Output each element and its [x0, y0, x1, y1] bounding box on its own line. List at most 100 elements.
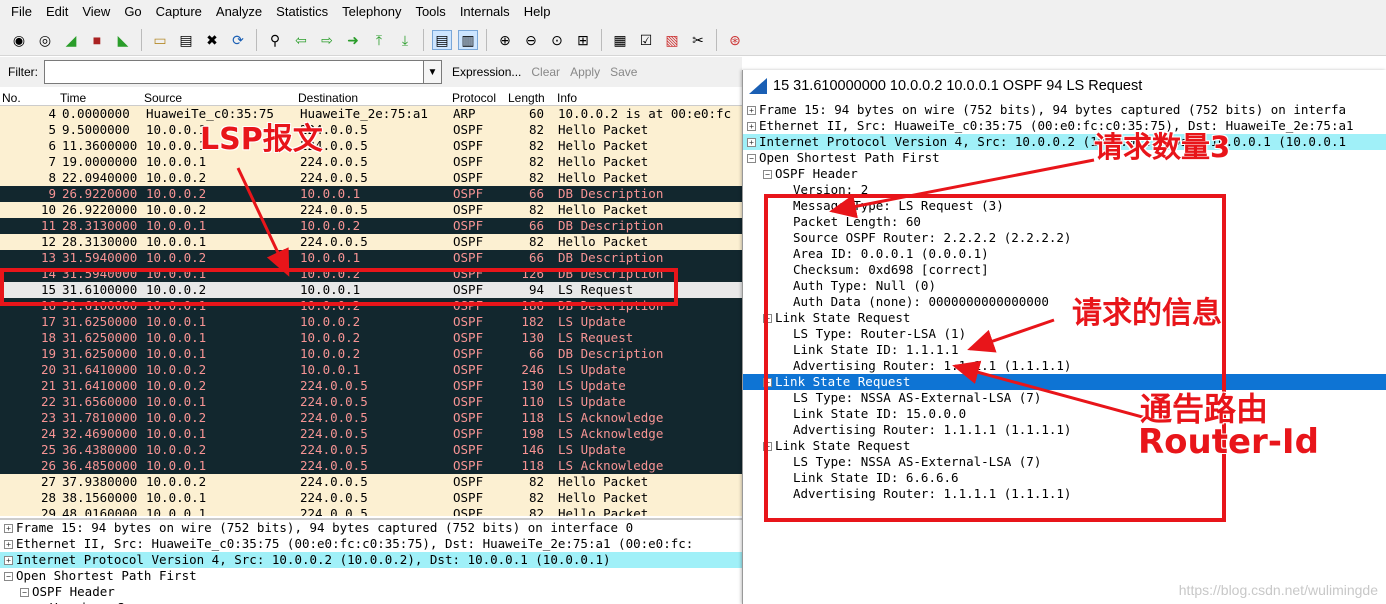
- last-packet-icon[interactable]: ⤓: [395, 30, 415, 50]
- detail-tree-line[interactable]: LS Type: Router-LSA (1): [743, 326, 1386, 342]
- detail-tree-line[interactable]: + Internet Protocol Version 4, Src: 10.0.…: [743, 134, 1386, 150]
- go-forward-icon[interactable]: ⇨: [317, 30, 337, 50]
- detail-tree-line[interactable]: Advertising Router: 1.1.1.1 (1.1.1.1): [743, 486, 1386, 502]
- detail-tree-line[interactable]: + Frame 15: 94 bytes on wire (752 bits), …: [743, 102, 1386, 118]
- column-header-source[interactable]: Source: [144, 90, 182, 106]
- menu-internals[interactable]: Internals: [453, 0, 517, 24]
- expand-icon[interactable]: +: [747, 106, 756, 115]
- menu-edit[interactable]: Edit: [39, 0, 75, 24]
- menu-file[interactable]: File: [4, 0, 39, 24]
- expression-button[interactable]: Expression...: [452, 65, 521, 79]
- reload-icon[interactable]: ⟳: [228, 30, 248, 50]
- packet-row[interactable]: 10 26.9220000 10.0.0.2 224.0.0.5 OSPF 82 Hello…: [0, 202, 742, 218]
- zoom-out-icon[interactable]: ⊖: [521, 30, 541, 50]
- zoom-reset-icon[interactable]: ⊙: [547, 30, 567, 50]
- menu-help[interactable]: Help: [517, 0, 558, 24]
- packet-row[interactable]: 19 31.6250000 10.0.0.1 10.0.0.2 OSPF 66 DB Des…: [0, 346, 742, 362]
- packet-row[interactable]: 26 36.4850000 10.0.0.1 224.0.0.5 OSPF 118 LS A…: [0, 458, 742, 474]
- detail-tree-line[interactable]: + Frame 15: 94 bytes on wire (752 bits), …: [0, 520, 742, 536]
- expand-icon[interactable]: +: [4, 524, 13, 533]
- collapse-icon[interactable]: −: [20, 588, 29, 597]
- packet-row[interactable]: 13 31.5940000 10.0.0.2 10.0.0.1 OSPF 66 DB Des…: [0, 250, 742, 266]
- zoom-in-icon[interactable]: ⊕: [495, 30, 515, 50]
- interfaces-icon[interactable]: ◉: [9, 30, 29, 50]
- detail-tree-line[interactable]: Link State ID: 6.6.6.6: [743, 470, 1386, 486]
- capture-filters-icon[interactable]: ▦: [610, 30, 630, 50]
- find-packet-icon[interactable]: ⚲: [265, 30, 285, 50]
- first-packet-icon[interactable]: ⤒: [369, 30, 389, 50]
- menu-tools[interactable]: Tools: [408, 0, 452, 24]
- collapse-icon[interactable]: −: [4, 572, 13, 581]
- packet-row[interactable]: 4 0.0000000 HuaweiTe_c0:35:75 HuaweiTe_2e:7…: [0, 106, 742, 122]
- detail-tree-line[interactable]: − Link State Request: [743, 374, 1386, 390]
- packet-row[interactable]: 25 36.4380000 10.0.0.2 224.0.0.5 OSPF 146 LS U…: [0, 442, 742, 458]
- detail-tree-line[interactable]: Version: 2: [0, 600, 742, 604]
- detail-tree-line[interactable]: − OSPF Header: [743, 166, 1386, 182]
- detail-tree-line[interactable]: Area ID: 0.0.0.1 (0.0.0.1): [743, 246, 1386, 262]
- detail-tree-line[interactable]: − OSPF Header: [0, 584, 742, 600]
- collapse-icon[interactable]: −: [763, 442, 772, 451]
- packet-row[interactable]: 17 31.6250000 10.0.0.1 10.0.0.2 OSPF 182 LS Up…: [0, 314, 742, 330]
- save-file-icon[interactable]: ▤: [176, 30, 196, 50]
- display-filters-icon[interactable]: ☑: [636, 30, 656, 50]
- packet-row[interactable]: 21 31.6410000 10.0.0.2 224.0.0.5 OSPF 130 LS U…: [0, 378, 742, 394]
- detail-tree-line[interactable]: Source OSPF Router: 2.2.2.2 (2.2.2.2): [743, 230, 1386, 246]
- capture-options-icon[interactable]: ◎: [35, 30, 55, 50]
- start-capture-icon[interactable]: ◢: [61, 30, 81, 50]
- collapse-icon[interactable]: −: [747, 154, 756, 163]
- detail-tree-line[interactable]: − Open Shortest Path First: [743, 150, 1386, 166]
- packet-row[interactable]: 24 32.4690000 10.0.0.1 224.0.0.5 OSPF 198 LS A…: [0, 426, 742, 442]
- detail-tree-line[interactable]: LS Type: NSSA AS-External-LSA (7): [743, 390, 1386, 406]
- filter-dropdown-button[interactable]: ▼: [424, 60, 442, 84]
- packet-row[interactable]: 28 38.1560000 10.0.0.1 224.0.0.5 OSPF 82 Hello…: [0, 490, 742, 506]
- column-header-protocol[interactable]: Protocol: [452, 90, 496, 106]
- detail-tree-line[interactable]: − Link State Request: [743, 310, 1386, 326]
- clear-button[interactable]: Clear: [531, 65, 560, 79]
- menu-go[interactable]: Go: [117, 0, 148, 24]
- menu-telephony[interactable]: Telephony: [335, 0, 408, 24]
- save-button[interactable]: Save: [610, 65, 637, 79]
- detail-tree-line[interactable]: Link State ID: 15.0.0.0: [743, 406, 1386, 422]
- preferences-icon[interactable]: ✂: [688, 30, 708, 50]
- detail-tree-line[interactable]: Auth Type: Null (0): [743, 278, 1386, 294]
- expand-icon[interactable]: +: [4, 540, 13, 549]
- stop-capture-icon[interactable]: ■: [87, 30, 107, 50]
- detail-tree-line[interactable]: + Internet Protocol Version 4, Src: 10.0.…: [0, 552, 742, 568]
- close-file-icon[interactable]: ✖: [202, 30, 222, 50]
- apply-button[interactable]: Apply: [570, 65, 600, 79]
- open-file-icon[interactable]: ▭: [150, 30, 170, 50]
- column-header-destination[interactable]: Destination: [298, 90, 358, 106]
- detail-tree-line[interactable]: + Ethernet II, Src: HuaweiTe_c0:35:75 (00…: [743, 118, 1386, 134]
- collapse-icon[interactable]: −: [763, 170, 772, 179]
- column-header-no[interactable]: No.: [2, 90, 21, 106]
- detail-tree-line[interactable]: Auth Data (none): 0000000000000000: [743, 294, 1386, 310]
- filter-input[interactable]: [44, 60, 424, 84]
- column-header-info[interactable]: Info: [557, 90, 577, 106]
- packet-row[interactable]: 9 26.9220000 10.0.0.2 10.0.0.1 OSPF 66 DB Desc…: [0, 186, 742, 202]
- packet-row[interactable]: 22 31.6560000 10.0.0.1 224.0.0.5 OSPF 110 LS U…: [0, 394, 742, 410]
- colorize-icon[interactable]: ▤: [432, 29, 452, 50]
- detail-tree-line[interactable]: Advertising Router: 1.1.1.1 (1.1.1.1): [743, 358, 1386, 374]
- detail-tree-line[interactable]: Checksum: 0xd698 [correct]: [743, 262, 1386, 278]
- packet-row[interactable]: 20 31.6410000 10.0.0.2 10.0.0.1 OSPF 246 LS Up…: [0, 362, 742, 378]
- packet-row[interactable]: 16 31.6100000 10.0.0.1 10.0.0.2 OSPF 186 DB De…: [0, 298, 742, 314]
- packet-row[interactable]: 14 31.5940000 10.0.0.1 10.0.0.2 OSPF 126 DB De…: [0, 266, 742, 282]
- detail-tree-line[interactable]: Packet Length: 60: [743, 214, 1386, 230]
- packet-row[interactable]: 5 9.5000000 10.0.0.1 224.0.0.5 OSPF 82 Hello P…: [0, 122, 742, 138]
- detail-tree-line[interactable]: + Ethernet II, Src: HuaweiTe_c0:35:75 (00…: [0, 536, 742, 552]
- coloring-rules-icon[interactable]: ▧: [662, 30, 682, 50]
- restart-capture-icon[interactable]: ◣: [113, 30, 133, 50]
- autoscroll-icon[interactable]: ▥: [458, 29, 478, 50]
- packet-row[interactable]: 8 22.0940000 10.0.0.2 224.0.0.5 OSPF 82 Hello …: [0, 170, 742, 186]
- menu-analyze[interactable]: Analyze: [209, 0, 269, 24]
- packet-row[interactable]: 7 19.0000000 10.0.0.1 224.0.0.5 OSPF 82 Hello …: [0, 154, 742, 170]
- column-header-length[interactable]: Length: [508, 90, 545, 106]
- expand-icon[interactable]: +: [747, 122, 756, 131]
- menu-statistics[interactable]: Statistics: [269, 0, 335, 24]
- packet-row[interactable]: 29 48.0160000 10.0.0.1 224.0.0.5 OSPF 82 Hello…: [0, 506, 742, 516]
- packet-row[interactable]: 11 28.3130000 10.0.0.1 10.0.0.2 OSPF 66 DB Des…: [0, 218, 742, 234]
- packet-row[interactable]: 12 28.3130000 10.0.0.1 224.0.0.5 OSPF 82 Hello…: [0, 234, 742, 250]
- go-to-packet-icon[interactable]: ➜: [343, 30, 363, 50]
- packet-row[interactable]: 6 11.3600000 10.0.0.1 224.0.0.5 OSPF 82 Hello …: [0, 138, 742, 154]
- resize-columns-icon[interactable]: ⊞: [573, 30, 593, 50]
